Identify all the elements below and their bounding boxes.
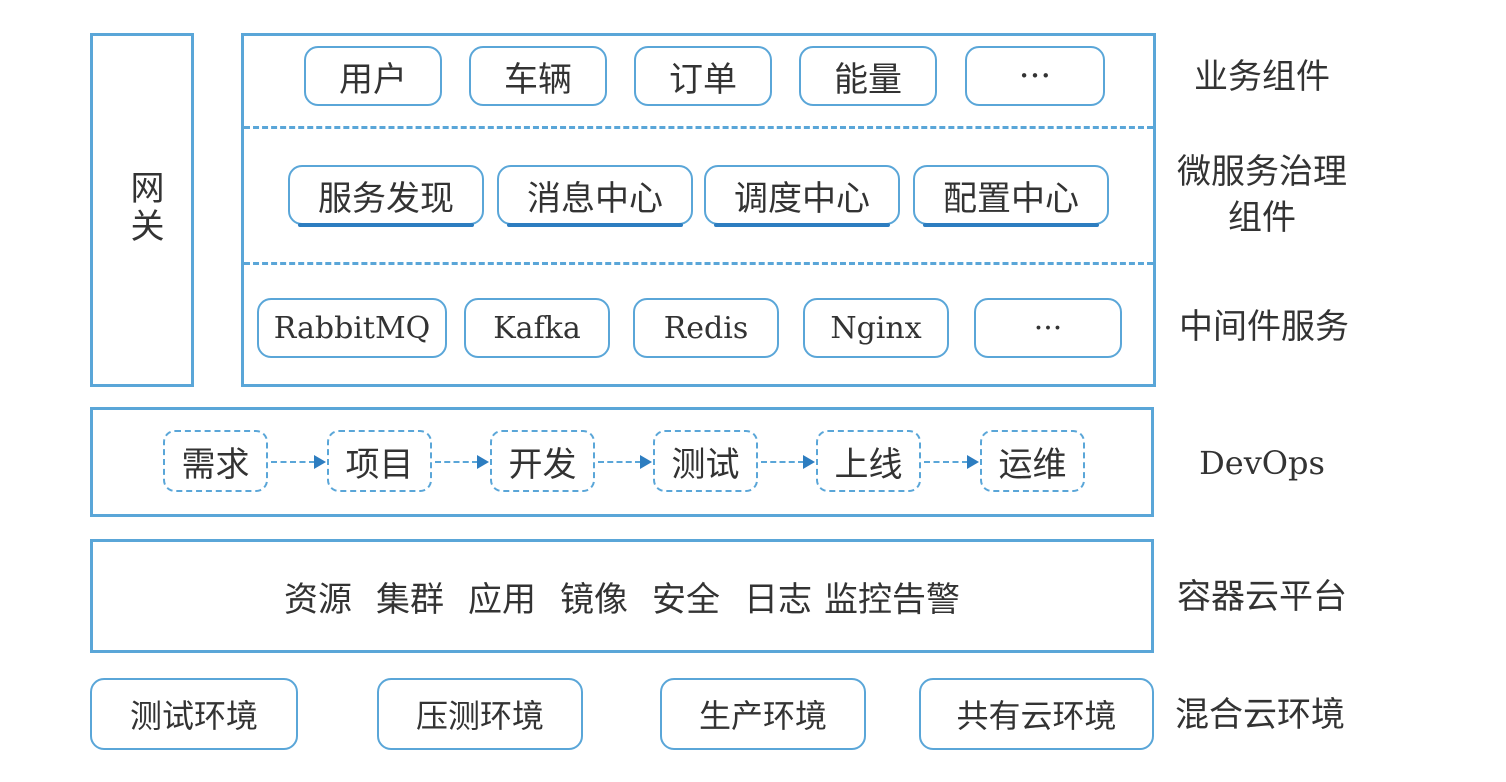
governance-underline-1 xyxy=(298,223,474,227)
devops-arrow-4 xyxy=(761,461,804,463)
devops-arrowhead-4 xyxy=(803,455,815,469)
governance-underline-3 xyxy=(714,223,890,227)
middleware-item-nginx: Nginx xyxy=(803,298,949,358)
devops-arrowhead-1 xyxy=(314,455,326,469)
devops-side-label: DevOps xyxy=(1199,444,1325,482)
governance-underline-4 xyxy=(923,223,1099,227)
middleware-item-redis: Redis xyxy=(633,298,779,358)
middleware-item-more: ··· xyxy=(974,298,1122,358)
business-item-more: ··· xyxy=(965,46,1105,106)
hybrid-cloud-side-label: 混合云环境 xyxy=(1175,695,1345,735)
devops-arrow-5 xyxy=(924,461,968,463)
devops-step-operations: 运维 xyxy=(980,430,1085,492)
devops-step-release: 上线 xyxy=(816,430,921,492)
gateway-label: 网关 xyxy=(124,170,164,246)
container-cloud-items: 资源 集群 应用 镜像 安全 日志 监控告警 xyxy=(90,539,1154,653)
middleware-side-label: 中间件服务 xyxy=(1179,307,1349,347)
container-item-image: 镜像 xyxy=(560,579,628,620)
devops-step-develop: 开发 xyxy=(490,430,595,492)
business-side-label: 业务组件 xyxy=(1194,57,1330,97)
devops-step-project: 项目 xyxy=(327,430,432,492)
business-item-user: 用户 xyxy=(304,46,442,106)
devops-arrow-1 xyxy=(271,461,315,463)
governance-item-discovery: 服务发现 xyxy=(288,165,484,225)
devops-arrowhead-5 xyxy=(967,455,979,469)
business-item-energy: 能量 xyxy=(799,46,937,106)
container-item-security: 安全 xyxy=(652,579,720,620)
governance-underline-2 xyxy=(507,223,683,227)
hybrid-item-production-env: 生产环境 xyxy=(660,678,866,750)
business-item-vehicle: 车辆 xyxy=(469,46,607,106)
governance-item-config: 配置中心 xyxy=(913,165,1109,225)
business-item-order: 订单 xyxy=(634,46,772,106)
governance-item-message: 消息中心 xyxy=(497,165,693,225)
container-cloud-side-label: 容器云平台 xyxy=(1177,577,1347,617)
hybrid-item-stress-env: 压测环境 xyxy=(377,678,583,750)
middleware-item-kafka: Kafka xyxy=(464,298,610,358)
devops-step-test: 测试 xyxy=(653,430,758,492)
devops-step-requirement: 需求 xyxy=(163,430,268,492)
container-item-cluster: 集群 xyxy=(376,579,444,620)
container-item-resource: 资源 xyxy=(284,579,352,620)
devops-arrowhead-2 xyxy=(477,455,489,469)
governance-side-label-2: 组件 xyxy=(1228,198,1296,238)
governance-side-label-1: 微服务治理 xyxy=(1177,152,1347,192)
divider-2 xyxy=(244,262,1153,265)
middleware-item-rabbitmq: RabbitMQ xyxy=(257,298,447,358)
hybrid-item-test-env: 测试环境 xyxy=(90,678,298,750)
hybrid-item-public-cloud-env: 共有云环境 xyxy=(919,678,1154,750)
divider-1 xyxy=(244,126,1153,129)
devops-arrow-2 xyxy=(435,461,478,463)
devops-arrow-3 xyxy=(598,461,641,463)
container-item-log: 日志 xyxy=(744,579,812,620)
container-item-monitoring: 监控告警 xyxy=(824,579,960,620)
devops-arrowhead-3 xyxy=(640,455,652,469)
governance-item-scheduling: 调度中心 xyxy=(704,165,900,225)
container-item-application: 应用 xyxy=(468,579,536,620)
